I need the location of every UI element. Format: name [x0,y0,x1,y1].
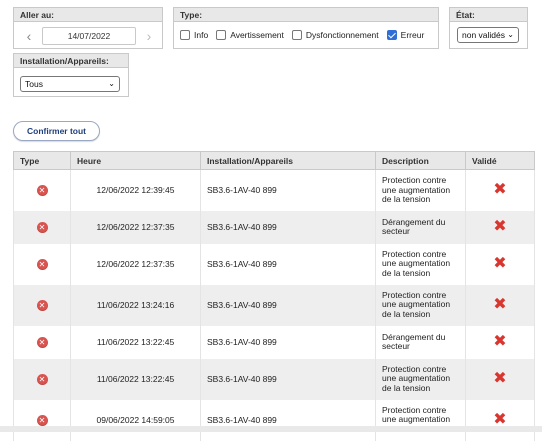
row-device: SB3.6-1AV-40 899 [200,399,376,441]
row-time: 11/06/2022 13:22:45 [70,358,201,400]
state-panel: État: non validés ⌄ [449,7,528,49]
goto-label: Aller au: [14,8,162,22]
checkbox-info[interactable] [180,30,190,40]
row-device: SB3.6-1AV-40 899 [200,358,376,400]
type-option-warning[interactable]: Avertissement [216,30,284,40]
table-row: ✕ 11/06/2022 13:22:45 SB3.6-1AV-40 899 P… [13,358,535,400]
col-heure[interactable]: Heure [70,151,201,170]
reject-x-icon[interactable]: ✖ [493,297,506,313]
type-filters: Info Avertissement Dysfonctionnement Err… [180,30,432,40]
row-description: Protection contreune augmentationde la t… [375,243,466,285]
date-input[interactable] [42,27,136,45]
col-valide[interactable]: Validé [465,151,535,170]
row-time: 12/06/2022 12:37:35 [70,243,201,285]
row-time: 12/06/2022 12:37:35 [70,210,201,244]
row-device: SB3.6-1AV-40 899 [200,284,376,326]
type-option-info[interactable]: Info [180,30,208,40]
reject-x-icon[interactable]: ✖ [493,219,506,235]
chevron-right-icon[interactable]: › [142,27,156,45]
type-option-label: Dysfonctionnement [305,30,379,40]
row-device: SB3.6-1AV-40 899 [200,169,376,211]
type-panel: Type: Info Avertissement Dysfonctionneme… [173,7,439,49]
error-circle-icon: ✕ [36,299,48,311]
reject-x-icon[interactable]: ✖ [493,371,506,387]
type-label: Type: [174,8,438,22]
table-header-row: Type Heure Installation/Appareils Descri… [13,151,535,170]
bottom-edge [0,426,542,432]
table-row: ✕ 12/06/2022 12:37:35 SB3.6-1AV-40 899 D… [13,210,535,244]
table-row: ✕ 12/06/2022 12:37:35 SB3.6-1AV-40 899 P… [13,243,535,285]
checkbox-error[interactable] [386,30,397,40]
row-device: SB3.6-1AV-40 899 [200,210,376,244]
error-circle-icon: ✕ [36,184,48,196]
row-time: 11/06/2022 13:24:16 [70,284,201,326]
row-time: 12/06/2022 12:39:45 [70,169,201,211]
row-description: Protection contreune augmentationde la t… [375,169,466,211]
reject-x-icon[interactable]: ✖ [493,334,506,350]
type-option-label: Erreur [400,30,425,40]
row-device: SB3.6-1AV-40 899 [200,243,376,285]
table-row: ✕ 11/06/2022 13:24:16 SB3.6-1AV-40 899 P… [13,284,535,326]
row-time: 11/06/2022 13:22:45 [70,325,201,359]
table-row: ✕ 12/06/2022 12:39:45 SB3.6-1AV-40 899 P… [13,169,535,211]
row-device: SB3.6-1AV-40 899 [200,325,376,359]
reject-x-icon[interactable]: ✖ [493,256,506,272]
date-navigator: ‹ › [22,27,156,45]
events-table: Type Heure Installation/Appareils Descri… [13,151,535,441]
type-option-label: Info [194,30,209,40]
row-time: 09/06/2022 14:59:05 [70,399,201,441]
col-description[interactable]: Description [375,151,466,170]
installation-select-value: Tous [25,79,43,89]
table-row: ✕ 09/06/2022 14:59:05 SB3.6-1AV-40 899 P… [13,399,535,441]
type-option-malfunction[interactable]: Dysfonctionnement [291,30,379,40]
chevron-down-icon: ⌄ [507,30,514,39]
type-option-label: Avertissement [230,30,284,40]
table-row: ✕ 11/06/2022 13:22:45 SB3.6-1AV-40 899 D… [13,325,535,359]
installation-select[interactable]: Tous ⌄ [20,76,120,92]
col-type[interactable]: Type [13,151,71,170]
state-select[interactable]: non validés ⌄ [457,27,519,43]
goto-panel: Aller au: ‹ › [13,7,163,49]
installation-label: Installation/Appareils: [14,54,128,68]
checkbox-malfunction[interactable] [291,30,302,40]
row-description: Protection contreune augmentationde la t… [375,284,466,326]
type-option-error[interactable]: Erreur [386,30,425,40]
chevron-left-icon[interactable]: ‹ [22,27,36,45]
state-label: État: [450,8,527,22]
state-select-value: non validés [462,30,506,40]
row-description: Protection contreune augmentationde la t… [375,399,466,441]
error-circle-icon: ✕ [36,414,48,426]
reject-x-icon[interactable]: ✖ [493,182,506,198]
row-description: Dérangement du secteur [375,210,466,244]
row-description: Protection contreune augmentationde la t… [375,358,466,400]
checkbox-warning[interactable] [216,30,227,40]
row-description: Dérangement du secteur [375,325,466,359]
error-circle-icon: ✕ [36,373,48,385]
error-circle-icon: ✕ [36,258,48,270]
col-installation[interactable]: Installation/Appareils [200,151,376,170]
error-circle-icon: ✕ [36,221,48,233]
confirm-all-button[interactable]: Confirmer tout [13,121,100,141]
installation-panel: Installation/Appareils: Tous ⌄ [13,53,129,97]
chevron-down-icon: ⌄ [108,79,115,88]
error-circle-icon: ✕ [36,336,48,348]
